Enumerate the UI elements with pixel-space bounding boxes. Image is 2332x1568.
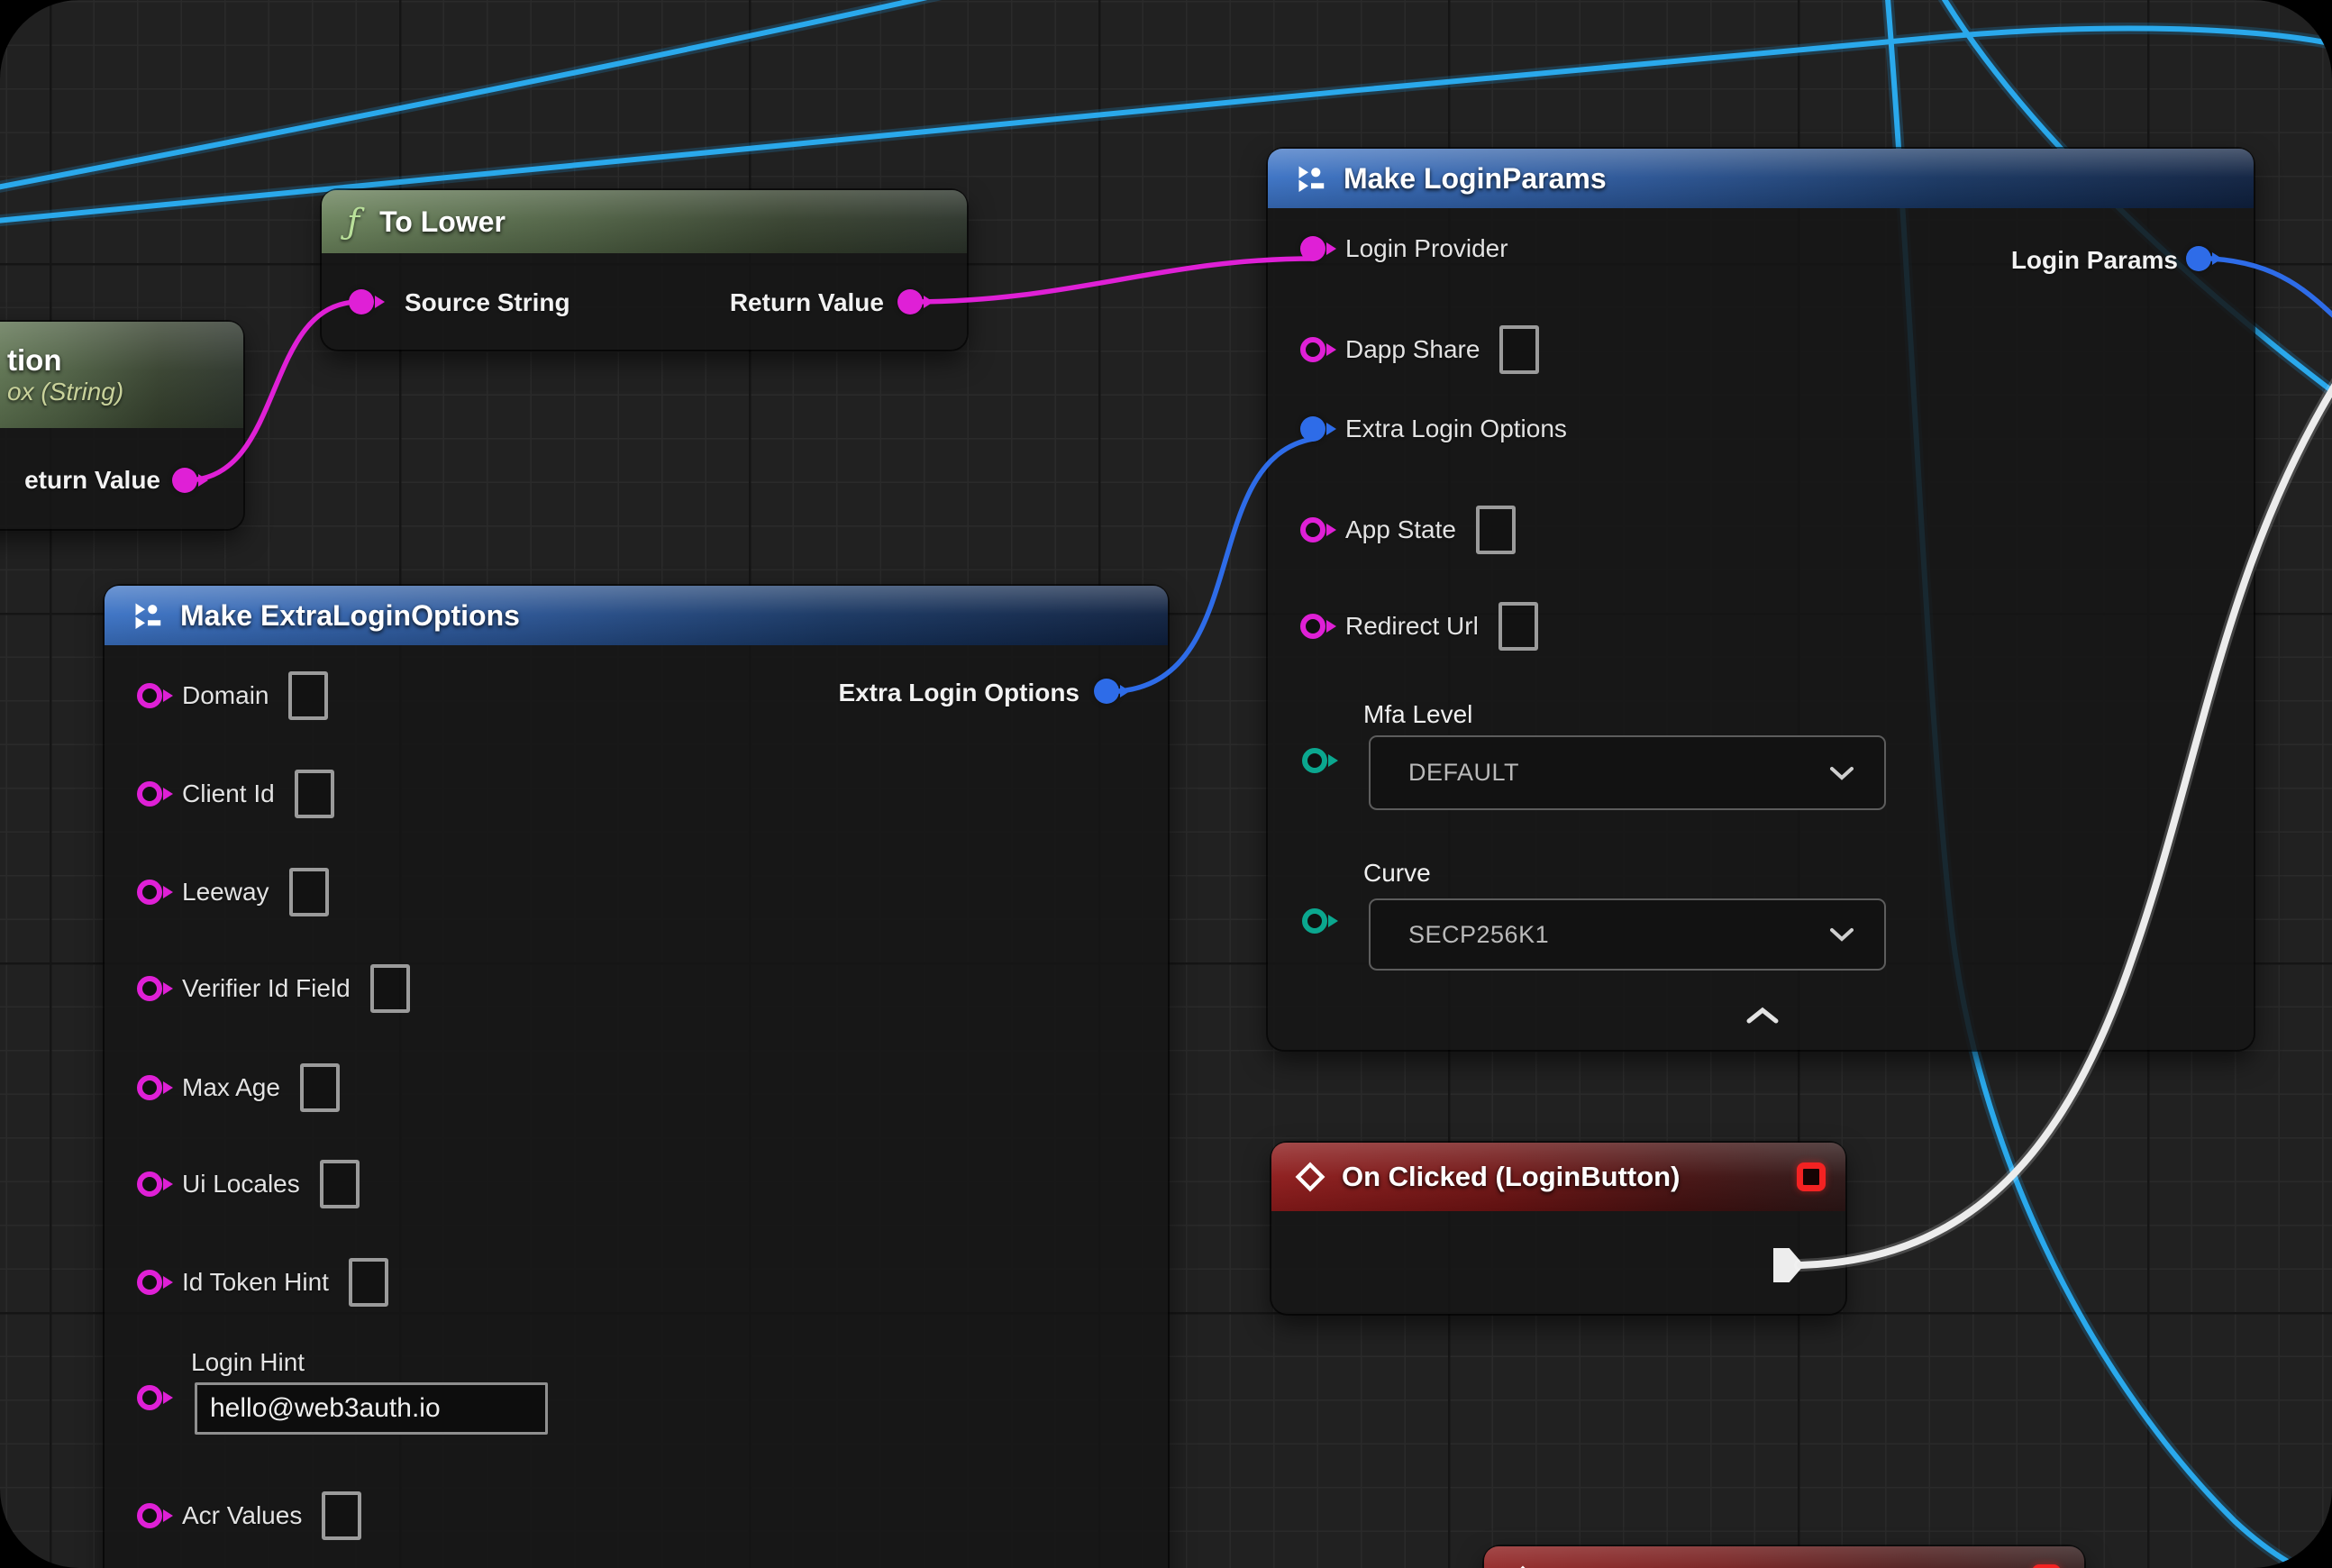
pin-label-verifier-id-field: Verifier Id Field — [182, 974, 351, 1003]
pin-label-client-id: Client Id — [182, 779, 275, 808]
pin-label-extra-login-options-out: Extra Login Options — [838, 679, 1079, 707]
node-header[interactable]: ƒ To Lower — [322, 190, 967, 253]
pin-label-domain: Domain — [182, 681, 269, 710]
input-pin-verifier-id-field[interactable] — [137, 976, 162, 1001]
function-icon: ƒ — [347, 202, 360, 242]
pin-label-return-value: eturn Value — [24, 466, 160, 495]
node-to-lower[interactable]: ƒ To Lower Source String Return Value — [322, 190, 967, 350]
pin-label-login-hint: Login Hint — [191, 1348, 305, 1377]
pin-label-login-params-out: Login Params — [2011, 246, 2178, 275]
node-make-login-params[interactable]: Make LoginParams Login Params Login Prov… — [1268, 149, 2254, 1050]
node-title: Make LoginParams — [1344, 162, 1607, 196]
mfa-level-value: DEFAULT — [1408, 759, 1519, 787]
chevron-down-icon — [1830, 927, 1854, 942]
pin-label-return-value: Return Value — [730, 288, 884, 317]
pin-value-box-client-id[interactable] — [295, 770, 334, 818]
node-header[interactable]: On Clicked (LoginButton) — [1271, 1143, 1845, 1211]
pin-label-source-string: Source String — [405, 288, 570, 317]
output-pin-extra-login-options[interactable] — [1094, 679, 1119, 704]
input-pin-app-state[interactable] — [1300, 517, 1325, 542]
pin-label-acr-values: Acr Values — [182, 1501, 302, 1530]
pin-value-box-ui-locales[interactable] — [320, 1160, 360, 1208]
node-on-clicked-logout-button[interactable]: On Clicked (LogoutButton) — [1484, 1546, 2084, 1568]
collapse-node-chevron[interactable] — [1746, 1007, 1779, 1025]
node-get-selected-option-partial[interactable]: tion ox (String) eturn Value — [0, 322, 243, 529]
pin-label-extra-login-options: Extra Login Options — [1345, 415, 1567, 443]
output-pin-login-params[interactable] — [2186, 246, 2211, 271]
curve-dropdown[interactable]: SECP256K1 — [1369, 898, 1886, 971]
node-title: To Lower — [379, 205, 506, 239]
node-title: On Clicked (LoginButton) — [1342, 1161, 1680, 1193]
node-on-clicked-login-button[interactable]: On Clicked (LoginButton) — [1271, 1143, 1845, 1314]
input-pin-curve[interactable] — [1302, 908, 1327, 934]
node-header[interactable]: tion ox (String) — [0, 322, 243, 428]
input-pin-leeway[interactable] — [137, 880, 162, 905]
pin-value-box-id-token-hint[interactable] — [349, 1258, 388, 1307]
pin-label-ui-locales: Ui Locales — [182, 1170, 300, 1199]
delegate-pin[interactable] — [2032, 1564, 2061, 1568]
curve-value: SECP256K1 — [1408, 921, 1549, 949]
pin-value-box-app-state[interactable] — [1476, 506, 1516, 554]
input-pin-mfa-level[interactable] — [1302, 748, 1327, 773]
node-make-extra-login-options[interactable]: Make ExtraLoginOptions Extra Login Optio… — [105, 586, 1168, 1568]
node-subtitle: ox (String) — [7, 378, 123, 406]
node-header[interactable]: Make LoginParams — [1268, 149, 2254, 208]
pin-value-box-verifier-id-field[interactable] — [370, 964, 410, 1013]
input-pin-ui-locales[interactable] — [137, 1171, 162, 1197]
event-diamond-icon — [1295, 1162, 1325, 1192]
pin-label-id-token-hint: Id Token Hint — [182, 1268, 329, 1297]
mfa-level-dropdown[interactable]: DEFAULT — [1369, 735, 1886, 810]
login-hint-input[interactable] — [195, 1382, 548, 1435]
make-struct-icon — [1295, 162, 1327, 195]
wire-tolower-to-login-provider[interactable] — [912, 259, 1313, 302]
node-title: Make ExtraLoginOptions — [180, 599, 520, 633]
node-title: On Clicked (LogoutButton) — [1554, 1564, 1911, 1568]
pin-value-box-acr-values[interactable] — [322, 1491, 361, 1540]
input-pin-dapp-share[interactable] — [1300, 337, 1325, 362]
pin-value-box-leeway[interactable] — [289, 868, 329, 916]
input-pin-redirect-url[interactable] — [1300, 614, 1325, 639]
node-title: tion — [7, 343, 61, 378]
pin-label-redirect-url: Redirect Url — [1345, 612, 1479, 641]
input-pin-id-token-hint[interactable] — [137, 1270, 162, 1295]
blueprint-editor-window: tion ox (String) eturn Value ƒ To Lower … — [0, 0, 2332, 1568]
pin-value-box-redirect-url[interactable] — [1498, 602, 1538, 651]
pin-value-box-domain[interactable] — [288, 671, 328, 720]
pin-label-leeway: Leeway — [182, 878, 269, 907]
node-header[interactable]: On Clicked (LogoutButton) — [1484, 1546, 2084, 1568]
pin-label-curve: Curve — [1363, 859, 1431, 888]
make-struct-icon — [132, 599, 164, 632]
pin-value-box-dapp-share[interactable] — [1499, 325, 1539, 374]
chevron-down-icon — [1830, 766, 1854, 780]
pin-value-box-max-age[interactable] — [300, 1063, 340, 1112]
graph-canvas[interactable]: tion ox (String) eturn Value ƒ To Lower … — [0, 0, 2332, 1568]
delegate-pin[interactable] — [1797, 1162, 1826, 1191]
input-pin-acr-values[interactable] — [137, 1503, 162, 1528]
node-header[interactable]: Make ExtraLoginOptions — [105, 586, 1168, 645]
input-pin-login-hint[interactable] — [137, 1385, 162, 1410]
input-pin-client-id[interactable] — [137, 781, 162, 807]
input-pin-max-age[interactable] — [137, 1075, 162, 1100]
pin-label-dapp-share: Dapp Share — [1345, 335, 1480, 364]
pin-label-max-age: Max Age — [182, 1073, 280, 1102]
input-pin-domain[interactable] — [137, 683, 162, 708]
pin-label-app-state: App State — [1345, 515, 1456, 544]
pin-label-login-provider: Login Provider — [1345, 234, 1508, 263]
pin-label-mfa-level: Mfa Level — [1363, 700, 1472, 729]
